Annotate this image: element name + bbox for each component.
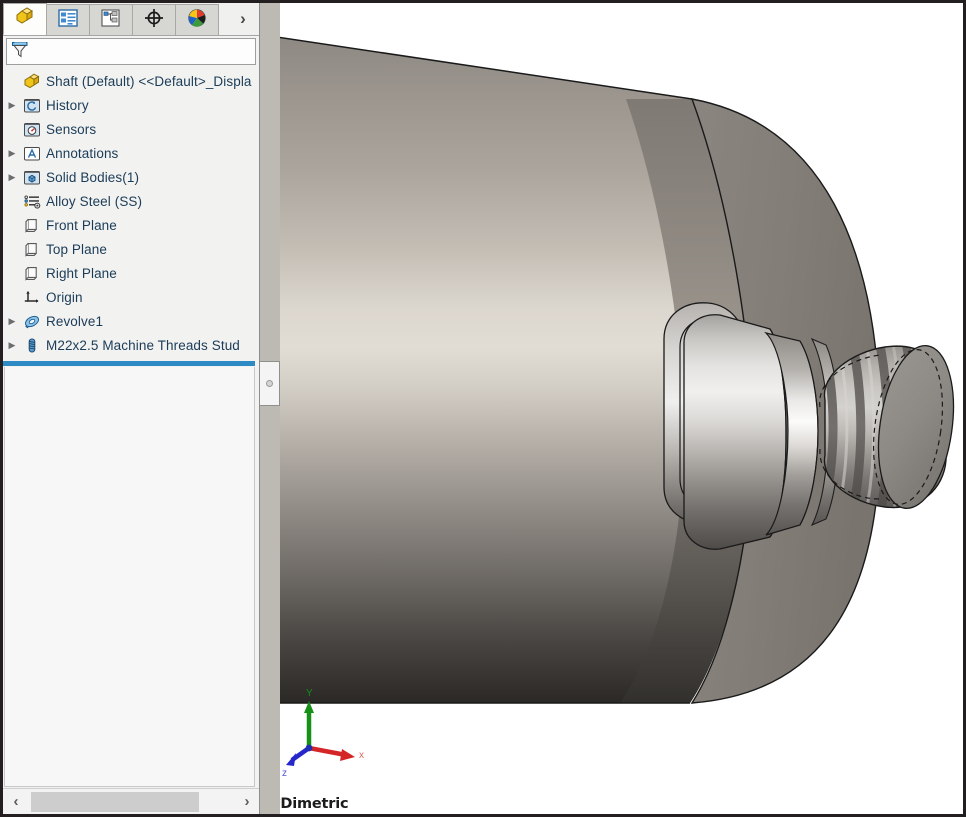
twisty-revolve1[interactable]: ▶ (3, 309, 21, 333)
revolve-icon (21, 313, 43, 330)
tree-item-label: Annotations (46, 145, 119, 161)
feature-tree: ▶ Shaft (Default) <<Default>_Displa ▶ (3, 67, 259, 357)
panel-splitter-upper[interactable] (260, 3, 280, 361)
appearances-sphere-icon (187, 8, 207, 33)
scrollbar-thumb[interactable] (31, 791, 199, 812)
tree-item-label: Top Plane (46, 241, 107, 257)
property-manager-tab[interactable] (46, 4, 90, 35)
feature-manager-panel: › ▶ (3, 3, 260, 814)
tree-item-annotations[interactable]: ▶ Annotations (3, 141, 259, 165)
configuration-manager-icon (101, 9, 121, 32)
triad-x-label: x (359, 750, 364, 761)
property-manager-icon (58, 8, 78, 32)
dimxpert-manager-tab[interactable] (132, 4, 176, 35)
tree-filter-row[interactable] (6, 38, 256, 65)
twisty-machine-threads[interactable]: ▶ (3, 333, 21, 357)
thread-icon (21, 337, 43, 354)
triad-z-arrow (286, 753, 296, 766)
material-icon (21, 193, 43, 210)
origin-icon (21, 289, 43, 306)
tree-item-front-plane[interactable]: ▶ Front Plane (3, 213, 259, 237)
panel-splitter-lower[interactable] (260, 406, 280, 814)
tree-item-material[interactable]: ▶ Alloy Steel (SS) (3, 189, 259, 213)
tree-item-top-plane[interactable]: ▶ Top Plane (3, 237, 259, 261)
scroll-right-arrow-icon[interactable]: › (234, 789, 259, 815)
tree-item-label: History (46, 97, 89, 113)
triad-x-axis (308, 745, 347, 758)
twisty-placeholder: ▶ (3, 213, 21, 237)
tree-item-machine-threads[interactable]: ▶ M22x2.5 Machine Threads Stud (3, 333, 259, 357)
triad-y-label: Y (306, 688, 313, 699)
feature-tree-icon (14, 6, 36, 32)
twisty-placeholder: ▶ (3, 69, 21, 93)
plane-icon (21, 217, 43, 234)
tree-item-solid-bodies[interactable]: ▶ Solid Bodies(1) (3, 165, 259, 189)
scrollbar-track[interactable] (29, 788, 234, 814)
tree-item-label: Solid Bodies(1) (46, 169, 140, 185)
solid-bodies-icon (21, 169, 43, 186)
view-orientation-label: *Dimetric (273, 796, 349, 812)
plane-icon (21, 265, 43, 282)
twisty-placeholder: ▶ (3, 237, 21, 261)
manager-tab-strip: › (3, 3, 259, 36)
tree-item-right-plane[interactable]: ▶ Right Plane (3, 261, 259, 285)
annotations-icon (21, 145, 43, 162)
tree-item-origin[interactable]: ▶ Origin (3, 285, 259, 309)
graphics-area[interactable]: Y x z *Dimetric (260, 3, 963, 814)
feature-manager-tab[interactable] (3, 3, 47, 35)
tree-item-history[interactable]: ▶ History (3, 93, 259, 117)
boss-cylinder (683, 314, 787, 550)
triad-z-label: z (282, 768, 287, 779)
configuration-manager-tab[interactable] (89, 4, 133, 35)
twisty-solid-bodies[interactable]: ▶ (3, 165, 21, 189)
sensors-icon (21, 121, 43, 138)
tree-item-label: Right Plane (46, 265, 117, 281)
tree-item-label: Front Plane (46, 217, 117, 233)
horizontal-scrollbar[interactable]: ‹ › (3, 788, 259, 815)
tree-root-item[interactable]: ▶ Shaft (Default) <<Default>_Displa (3, 69, 259, 93)
twisty-placeholder: ▶ (3, 189, 21, 213)
feature-manager-lower-pane (4, 367, 255, 787)
tree-item-label: Sensors (46, 121, 97, 137)
plane-icon (21, 241, 43, 258)
history-icon (21, 97, 43, 114)
tree-filter-input[interactable] (32, 45, 244, 58)
panel-splitter-handle[interactable] (260, 361, 280, 406)
splitter-grip-dot (266, 380, 273, 387)
twisty-placeholder: ▶ (3, 117, 21, 141)
solidworks-window: › ▶ (0, 0, 966, 817)
tree-item-label: Revolve1 (46, 313, 104, 329)
filter-funnel-icon (11, 40, 29, 64)
twisty-history[interactable]: ▶ (3, 93, 21, 117)
tree-item-label: M22x2.5 Machine Threads Stud (46, 337, 240, 353)
twisty-annotations[interactable]: ▶ (3, 141, 21, 165)
part-icon (21, 73, 43, 90)
triad-x-arrow (340, 749, 355, 761)
scroll-left-arrow-icon[interactable]: ‹ (3, 789, 29, 815)
dimxpert-icon (144, 8, 164, 33)
triad-origin-dot (305, 744, 313, 752)
tree-item-sensors[interactable]: ▶ Sensors (3, 117, 259, 141)
display-manager-tab[interactable] (175, 4, 219, 35)
tree-root-label: Shaft (Default) <<Default>_Displa (46, 73, 252, 89)
model-viewport[interactable]: Y x z (260, 3, 963, 814)
tree-item-revolve1[interactable]: ▶ Revolve1 (3, 309, 259, 333)
expand-tabs-button[interactable]: › (232, 7, 254, 31)
tree-section-separator (3, 361, 255, 366)
twisty-placeholder: ▶ (3, 261, 21, 285)
twisty-placeholder: ▶ (3, 285, 21, 309)
tree-item-label: Origin (46, 289, 83, 305)
tree-item-label: Alloy Steel (SS) (46, 193, 143, 209)
